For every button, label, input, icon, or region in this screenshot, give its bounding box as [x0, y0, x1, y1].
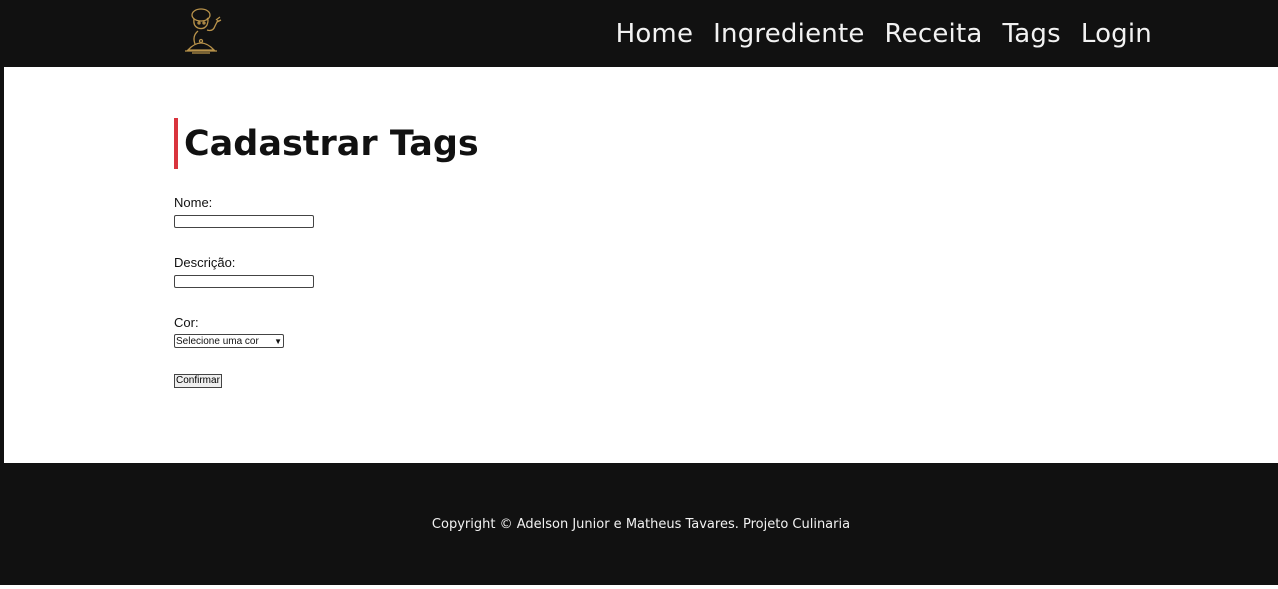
nome-label: Nome:: [174, 195, 213, 210]
descricao-group: Descrição:: [174, 255, 314, 288]
nome-input[interactable]: [174, 215, 314, 228]
nav-links: Home Ingrediente Receita Tags Login: [616, 0, 1152, 67]
cor-select[interactable]: Selecione uma cor ▼: [174, 334, 284, 348]
bottom-edge: [0, 585, 1278, 589]
confirm-button[interactable]: Confirmar: [174, 374, 222, 388]
cor-select-value: Selecione uma cor: [176, 335, 259, 347]
chef-logo-icon[interactable]: [180, 6, 224, 60]
copyright-text: Copyright © Adelson Junior e Matheus Tav…: [431, 516, 851, 532]
nav-link-tags[interactable]: Tags: [1002, 19, 1060, 49]
nav-link-receita[interactable]: Receita: [885, 19, 983, 49]
footer: Copyright © Adelson Junior e Matheus Tav…: [4, 463, 1278, 585]
chevron-down-icon: ▼: [274, 336, 282, 346]
page-title: Cadastrar Tags: [184, 123, 479, 164]
cor-group: Cor: Selecione uma cor ▼: [174, 315, 314, 348]
nav-link-login[interactable]: Login: [1081, 19, 1152, 49]
nav-link-home[interactable]: Home: [616, 19, 694, 49]
nav-link-ingrediente[interactable]: Ingrediente: [713, 19, 864, 49]
main-content: Cadastrar Tags Nome: Descrição: Cor: Sel…: [4, 67, 1278, 463]
descricao-label: Descrição:: [174, 255, 236, 270]
title-accent-bar: Cadastrar Tags: [174, 118, 479, 169]
navbar: Home Ingrediente Receita Tags Login: [0, 0, 1278, 67]
descricao-input[interactable]: [174, 275, 314, 288]
tag-form: Nome: Descrição: Cor: Selecione uma cor …: [174, 195, 314, 388]
nome-group: Nome:: [174, 195, 314, 228]
cor-label: Cor:: [174, 315, 199, 330]
